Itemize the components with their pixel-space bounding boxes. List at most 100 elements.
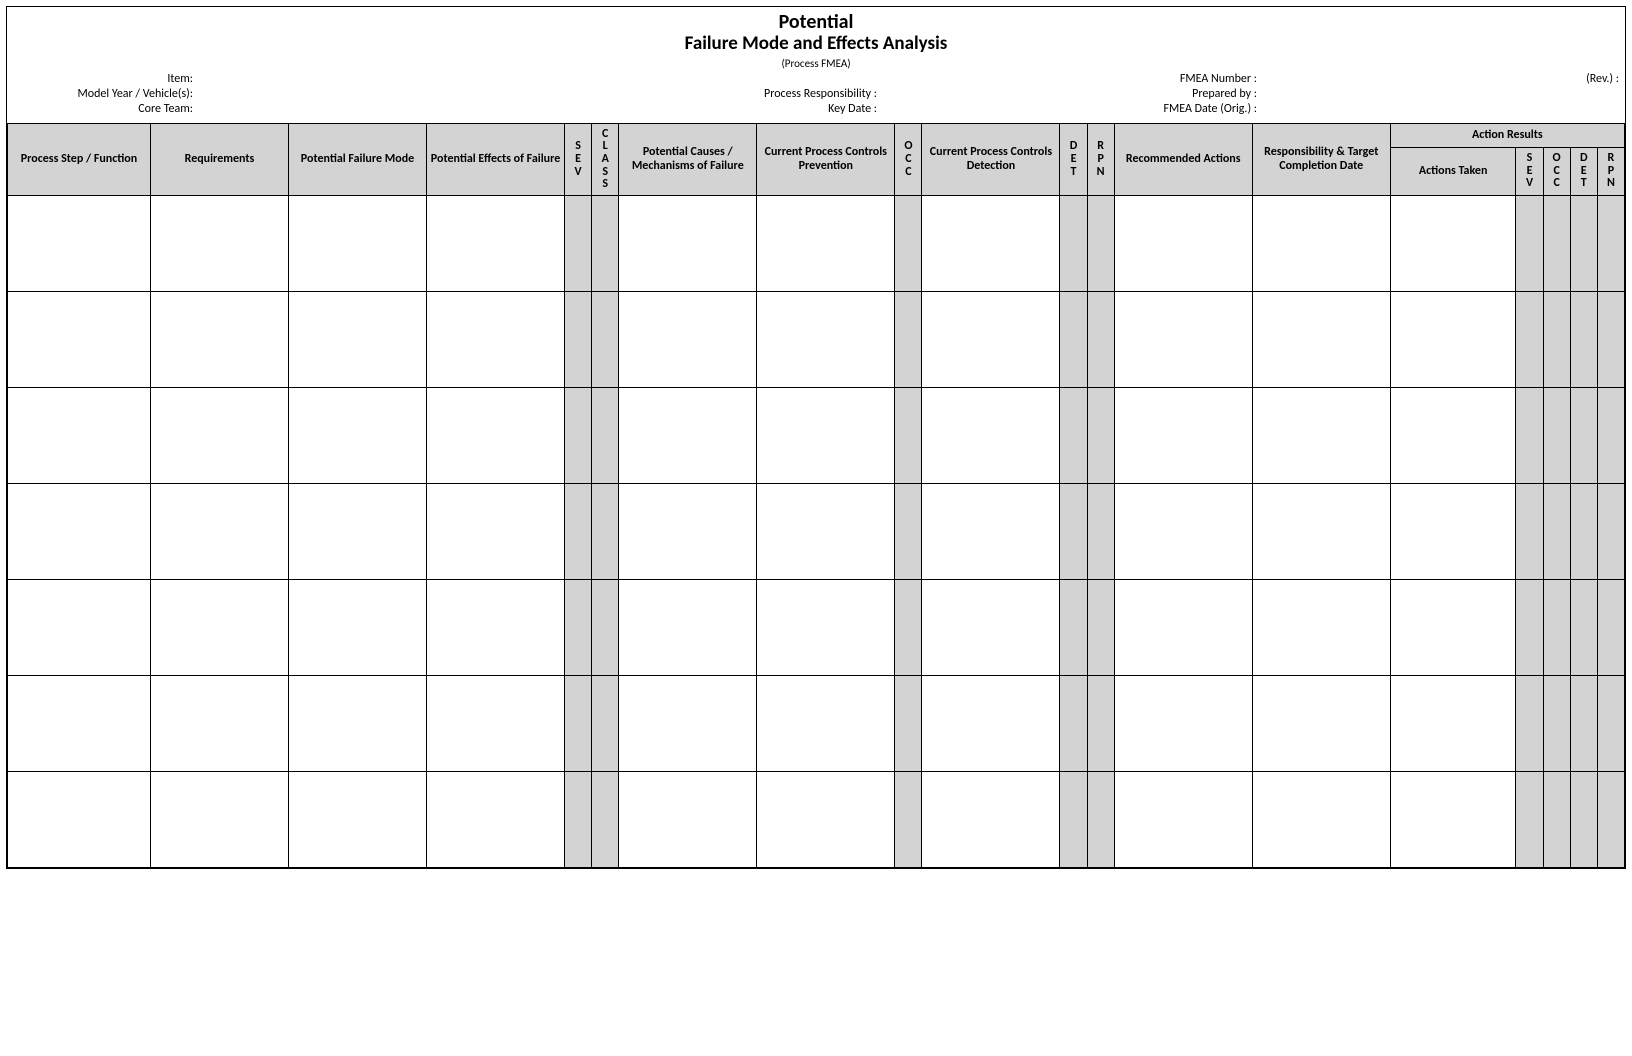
cell[interactable] <box>1516 771 1543 867</box>
cell[interactable] <box>565 195 592 291</box>
cell[interactable] <box>1597 291 1624 387</box>
cell[interactable] <box>1570 771 1597 867</box>
cell[interactable] <box>427 579 565 675</box>
cell[interactable] <box>1516 579 1543 675</box>
cell[interactable] <box>1597 579 1624 675</box>
cell[interactable] <box>1087 579 1114 675</box>
cell[interactable] <box>1597 771 1624 867</box>
cell[interactable] <box>1087 387 1114 483</box>
cell[interactable] <box>1060 387 1087 483</box>
cell[interactable] <box>619 291 757 387</box>
cell[interactable] <box>150 771 288 867</box>
cell[interactable] <box>757 579 895 675</box>
cell[interactable] <box>1114 483 1252 579</box>
cell[interactable] <box>1597 675 1624 771</box>
cell[interactable] <box>150 675 288 771</box>
cell[interactable] <box>619 771 757 867</box>
cell[interactable] <box>592 387 619 483</box>
cell[interactable] <box>592 579 619 675</box>
cell[interactable] <box>150 291 288 387</box>
cell[interactable] <box>427 387 565 483</box>
cell[interactable] <box>1516 291 1543 387</box>
cell[interactable] <box>565 387 592 483</box>
cell[interactable] <box>895 291 922 387</box>
cell[interactable] <box>1597 387 1624 483</box>
cell[interactable] <box>150 483 288 579</box>
cell[interactable] <box>1087 291 1114 387</box>
cell[interactable] <box>8 579 151 675</box>
cell[interactable] <box>895 771 922 867</box>
cell[interactable] <box>8 771 151 867</box>
cell[interactable] <box>1060 675 1087 771</box>
cell[interactable] <box>427 483 565 579</box>
cell[interactable] <box>1390 387 1516 483</box>
cell[interactable] <box>1390 195 1516 291</box>
cell[interactable] <box>565 483 592 579</box>
cell[interactable] <box>1114 579 1252 675</box>
cell[interactable] <box>288 579 426 675</box>
cell[interactable] <box>895 195 922 291</box>
cell[interactable] <box>1543 579 1570 675</box>
cell[interactable] <box>1570 291 1597 387</box>
cell[interactable] <box>288 675 426 771</box>
cell[interactable] <box>619 195 757 291</box>
cell[interactable] <box>1114 675 1252 771</box>
cell[interactable] <box>1087 483 1114 579</box>
cell[interactable] <box>757 675 895 771</box>
cell[interactable] <box>1570 387 1597 483</box>
cell[interactable] <box>565 771 592 867</box>
cell[interactable] <box>1087 195 1114 291</box>
cell[interactable] <box>288 771 426 867</box>
cell[interactable] <box>895 483 922 579</box>
cell[interactable] <box>1543 675 1570 771</box>
cell[interactable] <box>592 291 619 387</box>
cell[interactable] <box>592 195 619 291</box>
cell[interactable] <box>1114 291 1252 387</box>
cell[interactable] <box>150 579 288 675</box>
cell[interactable] <box>1543 291 1570 387</box>
cell[interactable] <box>619 483 757 579</box>
cell[interactable] <box>288 387 426 483</box>
cell[interactable] <box>757 483 895 579</box>
cell[interactable] <box>619 579 757 675</box>
cell[interactable] <box>1390 771 1516 867</box>
cell[interactable] <box>1570 483 1597 579</box>
cell[interactable] <box>288 291 426 387</box>
cell[interactable] <box>1390 675 1516 771</box>
cell[interactable] <box>1060 195 1087 291</box>
cell[interactable] <box>895 675 922 771</box>
cell[interactable] <box>922 771 1060 867</box>
cell[interactable] <box>8 291 151 387</box>
cell[interactable] <box>150 195 288 291</box>
cell[interactable] <box>1516 675 1543 771</box>
cell[interactable] <box>922 579 1060 675</box>
cell[interactable] <box>1252 483 1390 579</box>
cell[interactable] <box>1543 483 1570 579</box>
cell[interactable] <box>8 483 151 579</box>
cell[interactable] <box>922 291 1060 387</box>
cell[interactable] <box>1252 675 1390 771</box>
cell[interactable] <box>1516 387 1543 483</box>
cell[interactable] <box>427 771 565 867</box>
cell[interactable] <box>1060 771 1087 867</box>
cell[interactable] <box>1597 195 1624 291</box>
cell[interactable] <box>1114 195 1252 291</box>
cell[interactable] <box>757 387 895 483</box>
cell[interactable] <box>1543 387 1570 483</box>
cell[interactable] <box>1570 675 1597 771</box>
cell[interactable] <box>1252 771 1390 867</box>
cell[interactable] <box>288 483 426 579</box>
cell[interactable] <box>1390 483 1516 579</box>
cell[interactable] <box>1597 483 1624 579</box>
cell[interactable] <box>922 195 1060 291</box>
cell[interactable] <box>757 771 895 867</box>
cell[interactable] <box>1252 291 1390 387</box>
cell[interactable] <box>1087 675 1114 771</box>
cell[interactable] <box>1543 771 1570 867</box>
cell[interactable] <box>150 387 288 483</box>
cell[interactable] <box>565 675 592 771</box>
cell[interactable] <box>895 579 922 675</box>
cell[interactable] <box>757 195 895 291</box>
cell[interactable] <box>565 291 592 387</box>
cell[interactable] <box>592 483 619 579</box>
